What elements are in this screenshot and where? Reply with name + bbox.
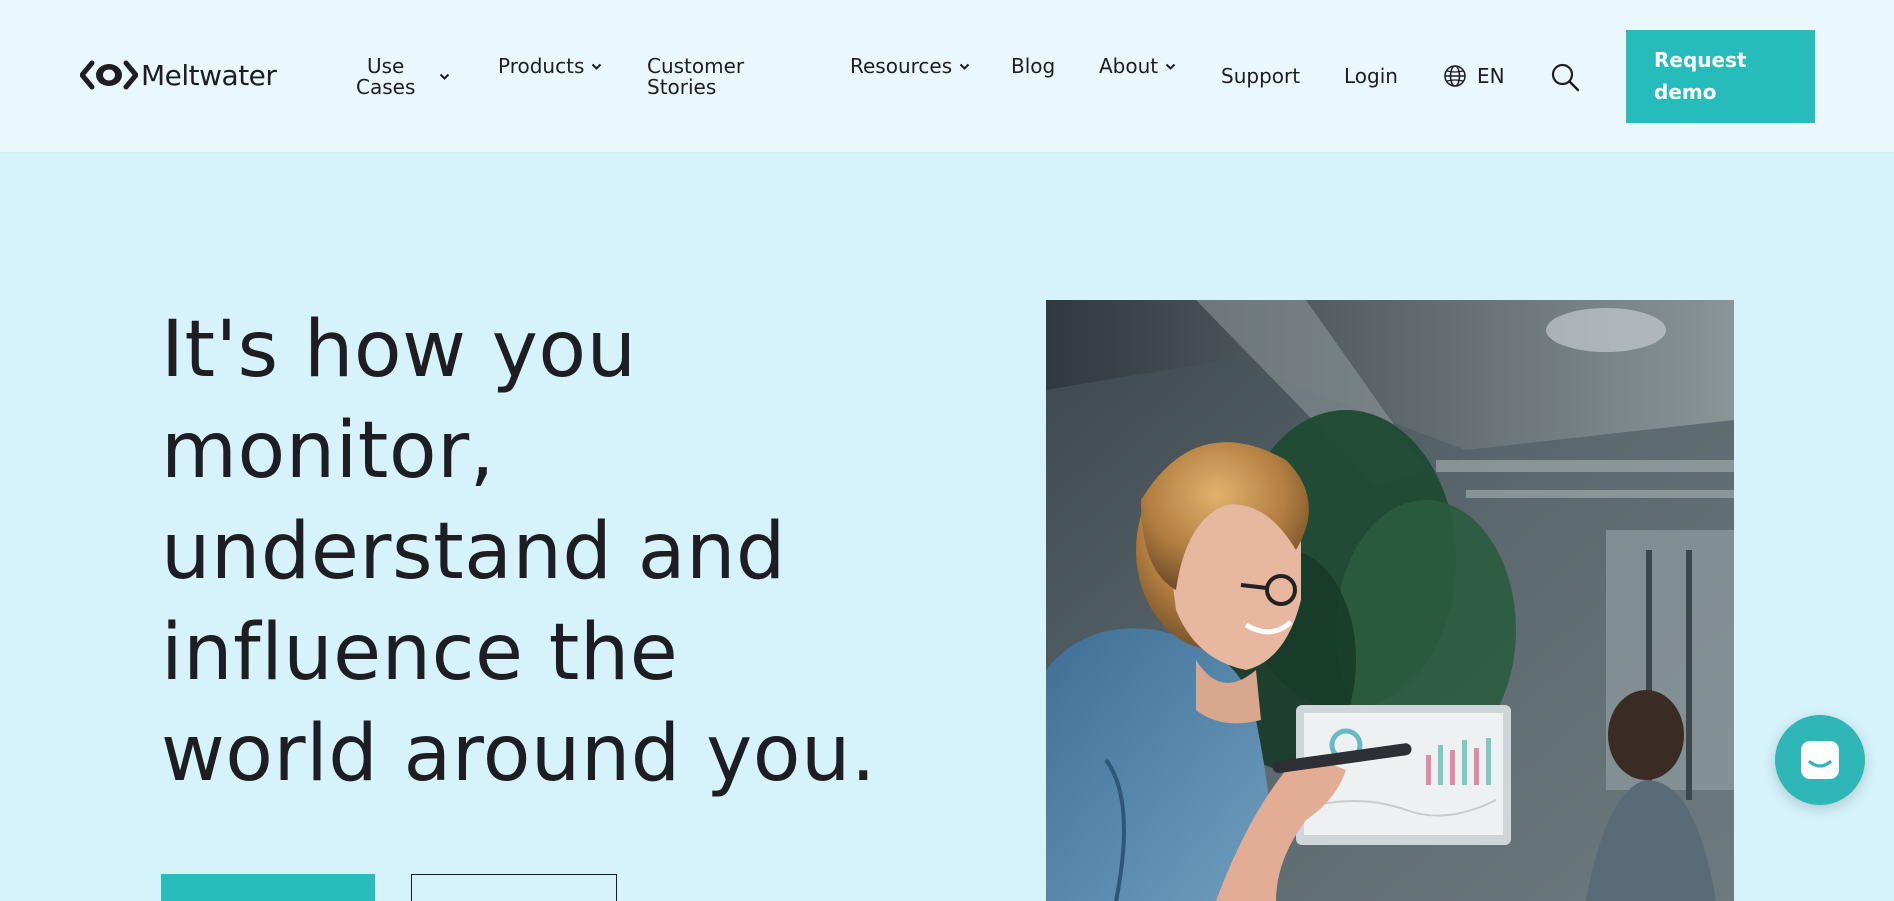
- nav-products-label: Products: [498, 54, 585, 78]
- nav-login-label: Login: [1344, 64, 1398, 88]
- chat-icon: [1801, 741, 1839, 779]
- hero-headline: It's how you monitor, understand and inf…: [161, 300, 921, 805]
- hero-headline-line: understand and: [161, 507, 786, 597]
- nav-about-label: About: [1099, 54, 1159, 78]
- hero-headline-line: monitor,: [161, 406, 495, 496]
- nav-blog-label: Blog: [1011, 54, 1056, 78]
- nav-customer-stories-label: Customer Stories: [647, 56, 744, 98]
- chat-launcher[interactable]: [1775, 715, 1865, 805]
- nav-resources[interactable]: Resources: [850, 56, 970, 77]
- chevron-down-icon: [592, 63, 602, 70]
- nav-use-cases-label: Use Cases: [356, 56, 415, 98]
- language-label: EN: [1477, 63, 1505, 88]
- hero-secondary-button[interactable]: [411, 874, 617, 901]
- nav-products[interactable]: Products: [498, 56, 602, 77]
- nav-use-cases-line2: Cases: [356, 75, 416, 99]
- nav-customer-stories[interactable]: Customer Stories: [647, 56, 744, 98]
- hero-headline-line: influence the: [161, 608, 679, 698]
- hero-image: [1046, 300, 1734, 901]
- nav-resources-label: Resources: [850, 54, 953, 78]
- nav-login[interactable]: Login: [1344, 66, 1398, 87]
- hero-photo: [1046, 300, 1734, 901]
- logo-wordmark: Meltwater: [141, 58, 277, 92]
- chevron-down-icon: [440, 73, 450, 80]
- chevron-down-icon: [959, 63, 970, 70]
- chevron-down-icon: [1165, 63, 1176, 70]
- search-icon[interactable]: [1550, 62, 1580, 92]
- globe-icon: [1444, 65, 1466, 87]
- meltwater-logo-icon: [80, 60, 138, 90]
- hero-headline-line: world around you.: [161, 709, 877, 799]
- nav-blog[interactable]: Blog: [1011, 56, 1055, 77]
- nav-customer-stories-line2: Stories: [647, 75, 717, 99]
- hero-primary-button[interactable]: [161, 874, 375, 901]
- nav-support[interactable]: Support: [1221, 66, 1300, 87]
- nav-about[interactable]: About: [1099, 56, 1176, 77]
- site-header: Meltwater Use Cases Products Customer St…: [0, 0, 1894, 153]
- meltwater-logo[interactable]: Meltwater: [80, 58, 277, 92]
- request-demo-line2: demo: [1654, 80, 1717, 104]
- nav-use-cases[interactable]: Use Cases: [356, 56, 450, 98]
- language-selector[interactable]: EN: [1443, 64, 1505, 88]
- hero-headline-line: It's how you: [161, 305, 637, 395]
- request-demo-button[interactable]: Request demo: [1626, 30, 1815, 123]
- request-demo-line1: Request: [1654, 48, 1747, 72]
- nav-support-label: Support: [1221, 64, 1301, 88]
